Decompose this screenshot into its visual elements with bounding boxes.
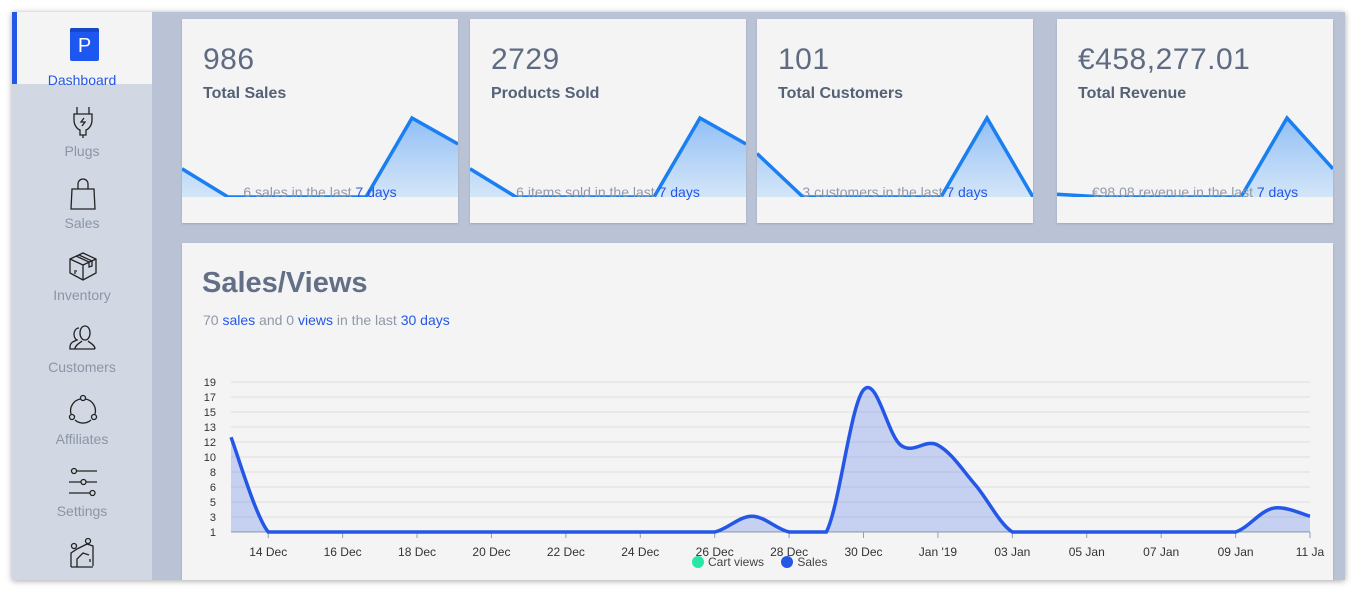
x-tick-label: 09 Jan bbox=[1218, 545, 1254, 559]
legend-label: Cart views bbox=[708, 555, 765, 569]
sidebar-item-affiliates[interactable]: Affiliates bbox=[12, 383, 152, 455]
y-tick-label: 13 bbox=[204, 422, 216, 434]
period-link[interactable]: 7 days bbox=[659, 184, 700, 200]
footer-text: €98.08 revenue in the last bbox=[1091, 184, 1257, 200]
logo-letter: P bbox=[77, 35, 92, 57]
x-tick-label: 07 Jan bbox=[1143, 545, 1179, 559]
sidebar-item-label: Inventory bbox=[53, 287, 111, 303]
stat-card-total-revenue: €458,277.01 Total Revenue €98.08 revenue… bbox=[1057, 19, 1333, 223]
footer-text: 6 sales in the last bbox=[243, 184, 356, 200]
sidebar-item-label: Sales bbox=[64, 215, 100, 231]
stat-footer: €98.08 revenue in the last 7 days bbox=[1057, 184, 1333, 200]
stat-footer: 6 items sold in the last 7 days bbox=[470, 184, 746, 200]
y-tick-label: 12 bbox=[204, 437, 216, 449]
stat-value: 2729 bbox=[491, 43, 560, 76]
network-icon bbox=[68, 394, 98, 424]
sparkline bbox=[470, 115, 746, 197]
plug-icon bbox=[73, 107, 93, 138]
sidebar: P Dashboard Plugs Sales Inventory Custom… bbox=[12, 12, 152, 580]
y-tick-label: 6 bbox=[210, 482, 216, 494]
teamwork-icon bbox=[70, 537, 94, 568]
sidebar-item-dashboard[interactable]: P Dashboard bbox=[12, 12, 152, 88]
footer-text: 3 customers in the last bbox=[802, 184, 947, 200]
sidebar-item-customers[interactable]: Customers bbox=[12, 311, 152, 383]
legend-label: Sales bbox=[797, 555, 828, 569]
period-link[interactable]: 7 days bbox=[355, 184, 396, 200]
stat-footer: 6 sales in the last 7 days bbox=[182, 184, 458, 200]
sidebar-item-label: Dashboard bbox=[47, 72, 117, 88]
x-tick-label: 18 Dec bbox=[398, 545, 436, 559]
stat-value: €458,277.01 bbox=[1078, 43, 1251, 76]
logo-p-icon: P bbox=[70, 28, 99, 61]
sales-views-panel: Sales/Views 70 sales and 0 views in the … bbox=[182, 243, 1333, 580]
series-line-sales bbox=[229, 385, 1311, 534]
y-tick-label: 1 bbox=[210, 527, 216, 539]
period-link[interactable]: 7 days bbox=[1257, 184, 1298, 200]
shopping-bag-icon bbox=[70, 178, 96, 210]
legend-marker bbox=[692, 556, 704, 568]
box-icon bbox=[69, 252, 97, 281]
stat-value: 986 bbox=[203, 43, 255, 76]
sales-views-chart: 1356810121315171914 Dec 16 Dec 18 Dec 20 De… bbox=[204, 377, 1325, 559]
sparkline bbox=[757, 114, 1033, 197]
x-tick-label: 24 Dec bbox=[621, 545, 659, 559]
footer-text: 6 items sold in the last bbox=[516, 184, 659, 200]
stat-card-products-sold: 2729 Products Sold 6 items sold in the l… bbox=[470, 19, 746, 223]
sparkline bbox=[1057, 115, 1333, 197]
sidebar-item-label: Settings bbox=[56, 503, 108, 519]
sidebar-item-settings[interactable]: Settings bbox=[12, 455, 152, 527]
legend-item-sales[interactable]: Sales bbox=[781, 555, 827, 569]
legend-item-cart-views[interactable]: Cart views bbox=[692, 555, 764, 569]
x-tick-label: Jan '19 bbox=[919, 545, 958, 559]
sidebar-item-teamwork[interactable] bbox=[12, 527, 152, 580]
app-window: P Dashboard Plugs Sales Inventory Custom… bbox=[12, 12, 1345, 580]
y-tick-label: 5 bbox=[210, 497, 216, 509]
chart-legend: Cart views Sales bbox=[692, 555, 841, 571]
x-tick-label: 11 Ja bbox=[1296, 545, 1325, 559]
sidebar-item-plugs[interactable]: Plugs bbox=[12, 95, 152, 167]
stat-card-total-customers: 101 Total Customers 3 customers in the l… bbox=[757, 19, 1033, 223]
y-tick-label: 19 bbox=[204, 377, 216, 389]
x-tick-label: 22 Dec bbox=[547, 545, 585, 559]
y-tick-label: 3 bbox=[210, 512, 216, 524]
sidebar-item-sales[interactable]: Sales bbox=[12, 167, 152, 239]
legend-marker bbox=[781, 556, 794, 568]
x-tick-label: 05 Jan bbox=[1069, 545, 1105, 559]
x-tick-label: 20 Dec bbox=[472, 545, 510, 559]
x-tick-label: 03 Jan bbox=[994, 545, 1030, 559]
y-tick-label: 10 bbox=[204, 452, 216, 464]
sidebar-item-inventory[interactable]: Inventory bbox=[12, 239, 152, 311]
x-tick-label: 30 Dec bbox=[845, 545, 883, 559]
y-tick-label: 15 bbox=[204, 407, 216, 419]
sparkline bbox=[182, 115, 458, 197]
series-area-sales bbox=[231, 387, 1310, 532]
stat-footer: 3 customers in the last 7 days bbox=[757, 184, 1033, 200]
users-icon bbox=[69, 325, 96, 350]
stat-card-total-sales: 986 Total Sales 6 sales in the last 7 da… bbox=[182, 19, 458, 223]
period-link[interactable]: 7 days bbox=[946, 184, 987, 200]
sidebar-item-label: Customers bbox=[48, 359, 116, 375]
y-tick-label: 17 bbox=[204, 392, 216, 404]
x-tick-label: 16 Dec bbox=[324, 545, 362, 559]
sidebar-item-label: Plugs bbox=[64, 143, 100, 159]
y-tick-label: 8 bbox=[210, 467, 216, 479]
sliders-icon bbox=[69, 467, 97, 497]
sidebar-item-label: Affiliates bbox=[55, 431, 109, 447]
stat-value: 101 bbox=[778, 43, 830, 76]
x-tick-label: 14 Dec bbox=[249, 545, 287, 559]
